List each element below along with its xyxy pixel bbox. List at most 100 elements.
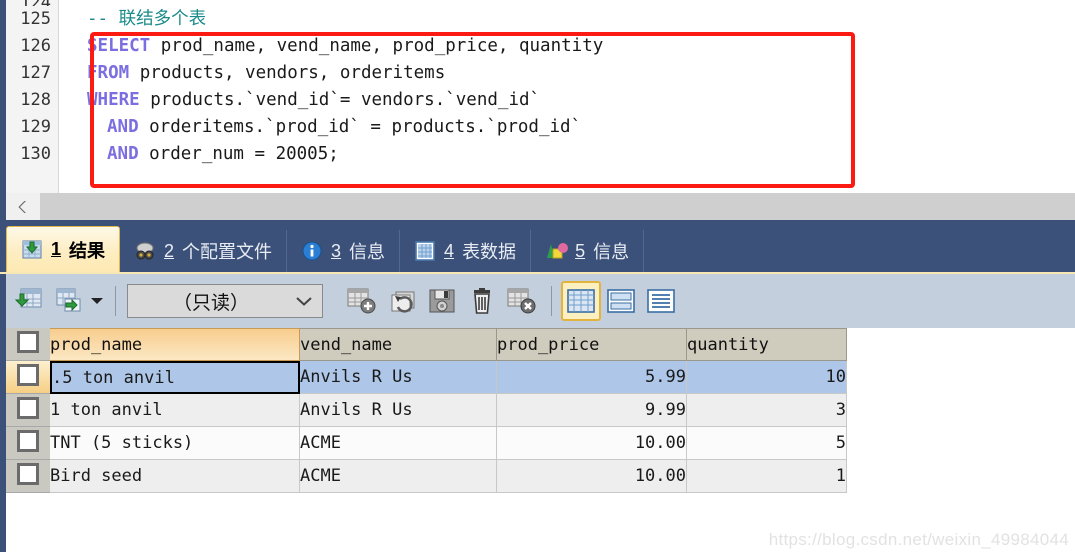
tab-5[interactable]: 5 信息 [531,230,645,272]
grid-toolbar[interactable]: （只读） [0,272,1075,330]
scrollbar-track[interactable] [40,193,1075,220]
result-table[interactable]: prod_name vend_name prod_price quantity .5 … [6,328,847,493]
cell-quantity[interactable]: 1 [687,460,847,493]
tab-number: 1 [51,239,62,259]
chevron-down-icon [296,297,312,306]
column-header-quantity[interactable]: quantity [687,328,847,361]
insert-record-button[interactable] [8,281,48,321]
cell-prod_name[interactable]: TNT (5 sticks) [50,427,300,460]
grid-view-button[interactable] [561,281,601,321]
line-number: 127 [20,63,51,83]
line-number: 129 [20,117,51,137]
code-line[interactable]: -- 联结多个表 [59,6,1075,33]
line-number: 126 [20,36,51,56]
tab-1[interactable]: 1 结果 [6,226,121,272]
column-header-vend_name[interactable]: vend_name [300,328,497,361]
trash-icon [474,288,490,314]
text-view-icon [647,289,675,313]
results-grid-icon [21,239,43,261]
form-view-button[interactable] [601,281,641,321]
tab-number: 3 [331,240,342,261]
text-view-button[interactable] [641,281,681,321]
cell-vend_name[interactable]: Anvils R Us [300,361,497,394]
toolbar-separator [115,286,116,316]
select-all-checkbox[interactable] [17,330,39,353]
cell-prod_price[interactable]: 10.00 [497,460,687,493]
table-row[interactable]: 1 ton anvil Anvils R Us 9.99 3 [6,394,847,427]
chevron-left-icon [18,200,26,213]
grid-mode-dropdown[interactable]: （只读） [127,284,323,318]
grid-plus-icon [347,288,376,314]
code-line[interactable]: AND orderitems.`prod_id` = products.`pro… [59,114,1075,141]
cell-quantity[interactable]: 3 [687,394,847,427]
revert-changes-button[interactable] [382,281,422,321]
grid-view-icon [567,289,595,313]
row-select-cell[interactable] [6,460,50,493]
line-number: 130 [20,144,51,164]
table-row[interactable]: .5 ton anvil Anvils R Us 5.99 10 [6,361,847,394]
cell-vend_name[interactable]: ACME [300,460,497,493]
result-grid[interactable]: prod_name vend_name prod_price quantity .5 … [0,328,1075,552]
tab-label: 信息 [593,242,630,262]
cell-vend_name[interactable]: Anvils R Us [300,394,497,427]
tab-3[interactable]: 3 信息 [287,230,401,272]
row-checkbox[interactable] [17,462,39,485]
table-body[interactable]: .5 ton anvil Anvils R Us 5.99 10 1 ton anvil… [6,361,847,493]
row-select-cell[interactable] [6,427,50,460]
row-select-cell[interactable] [6,394,50,427]
tab-number: 2 [164,240,175,261]
cell-prod_name[interactable]: 1 ton anvil [50,394,300,427]
info-icon [301,240,323,262]
line-number: 128 [20,90,51,110]
column-header-prod_name[interactable]: prod_name [50,328,300,361]
line-number-gutter: 124125126127128129130 [6,0,59,193]
cell-prod_price[interactable]: 5.99 [497,361,687,394]
grid-add-icon [14,288,42,308]
cell-quantity[interactable]: 5 [687,427,847,460]
tab-label: 信息 [349,242,386,262]
column-header-prod_price[interactable]: prod_price [497,328,687,361]
select-all-cell[interactable] [6,328,50,361]
table-row[interactable]: Bird seed ACME 10.00 1 [6,460,847,493]
tab-label: 结果 [69,240,106,261]
tab-number: 5 [575,240,586,261]
cell-prod_price[interactable]: 9.99 [497,394,687,427]
discard-row-button[interactable] [502,281,542,321]
code-line[interactable]: FROM products, vendors, orderitems [59,60,1075,87]
code-token-plain: order_num = [138,144,276,164]
insert-record-menu-button[interactable] [48,281,88,321]
code-line[interactable]: SELECT prod_name, vend_name, prod_price,… [59,33,1075,60]
tab-label: 表数据 [462,242,517,262]
insert-record-dropdown-caret[interactable] [88,281,106,321]
tab-4[interactable]: 4 表数据 [400,230,532,272]
code-token-plain: products, vendors, orderitems [129,63,446,83]
cell-prod_name[interactable]: .5 ton anvil [50,361,300,394]
sql-code-area[interactable]: -- 联结多个表 SELECT prod_name, vend_name, pro… [59,0,1075,193]
row-checkbox[interactable] [17,396,39,419]
tab-2[interactable]: 2 个配置文件 [120,230,288,272]
code-line[interactable]: AND order_num = 20005; [59,141,1075,168]
tab-number: 4 [444,240,455,261]
code-token-kw: FROM [87,63,130,83]
save-button[interactable] [422,281,462,321]
cell-quantity[interactable]: 10 [687,361,847,394]
chevron-down-icon [91,298,103,304]
table-row[interactable]: TNT (5 sticks) ACME 10.00 5 [6,427,847,460]
row-checkbox[interactable] [17,363,39,386]
editor-horizontal-scrollbar[interactable] [0,193,1075,220]
row-select-cell[interactable] [6,361,50,394]
delete-row-button[interactable] [462,281,502,321]
grid-mode-value: （只读） [172,292,249,314]
sql-editor[interactable]: 124125126127128129130 -- 联结多个表SELECT pro… [0,0,1075,193]
cell-prod_price[interactable]: 10.00 [497,427,687,460]
code-token-kw: AND [107,144,139,164]
result-tab-bar[interactable]: 1 结果 2 个配置文件 3 信息 4 表数据 5 信息 [0,220,1075,272]
code-line[interactable]: WHERE products.`vend_id`= vendors.`vend_… [59,87,1075,114]
code-token-comment: -- 联结多个表 [87,9,207,29]
apply-changes-button[interactable] [342,281,382,321]
cell-prod_name[interactable]: Bird seed [50,460,300,493]
table-header-row: prod_name vend_name prod_price quantity [6,328,847,361]
scroll-left-button[interactable] [6,193,40,220]
row-checkbox[interactable] [17,429,39,452]
cell-vend_name[interactable]: ACME [300,427,497,460]
